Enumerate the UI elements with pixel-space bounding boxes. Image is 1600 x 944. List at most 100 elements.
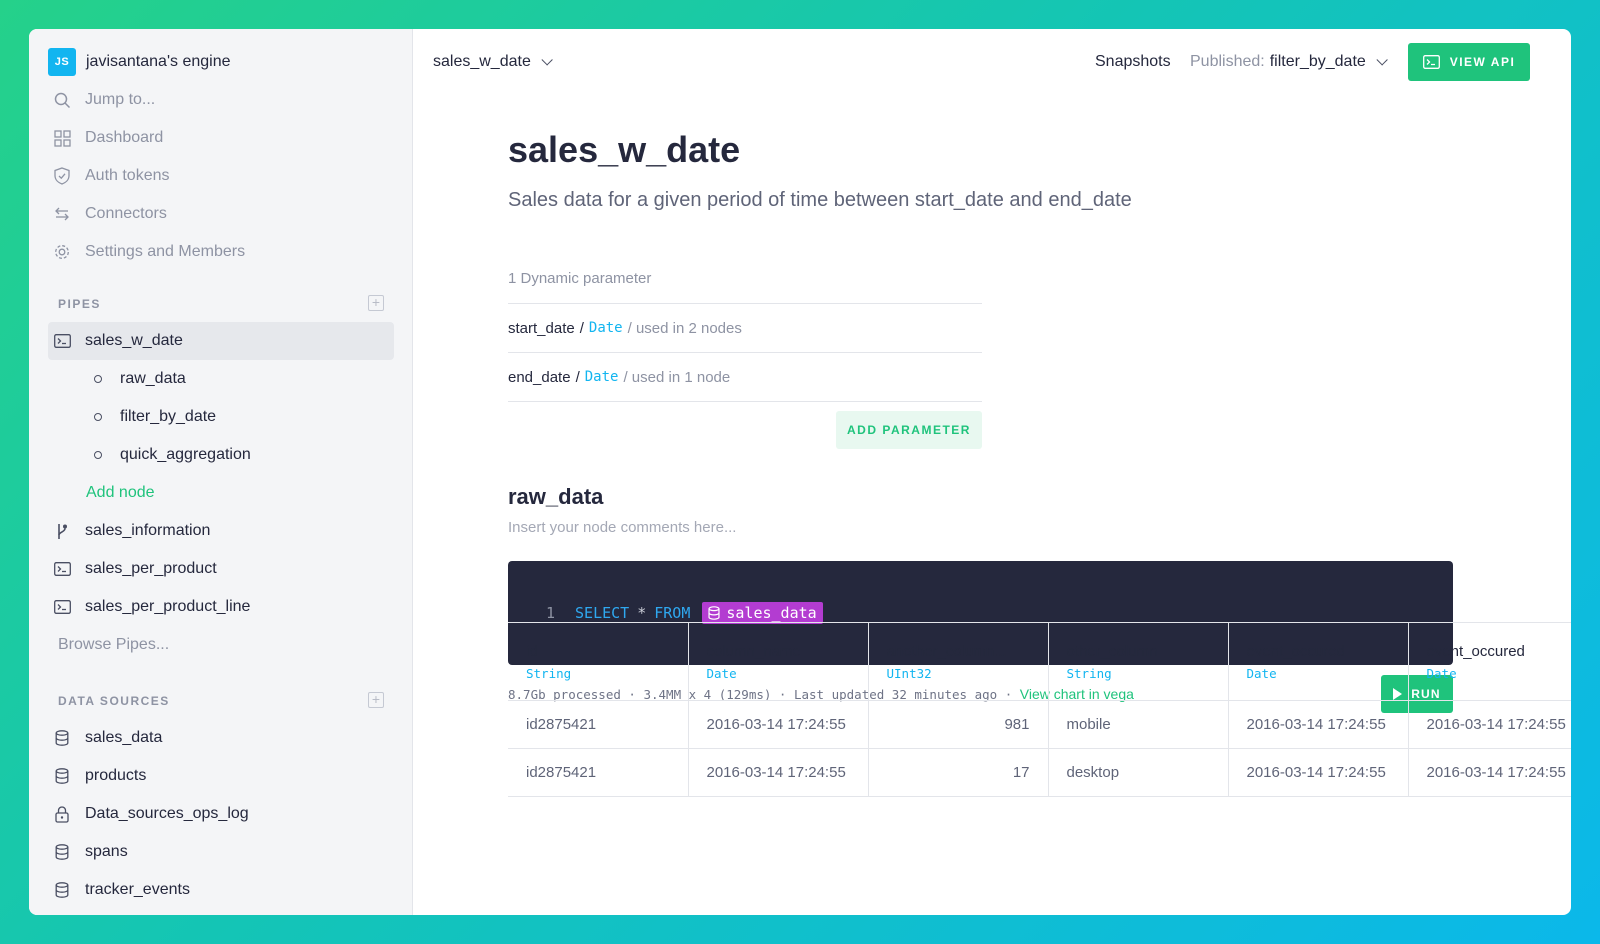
sidebar-datasource-products[interactable]: products [48, 757, 394, 795]
table-cell: mobile [1048, 700, 1229, 749]
pipe-description[interactable]: Sales data for a given period of time be… [508, 189, 1453, 212]
sidebar-datasource-ops-log[interactable]: Data_sources_ops_log [48, 795, 394, 833]
table-cell: id2875421 [508, 748, 689, 797]
connectors-icon [52, 204, 72, 224]
column-header[interactable]: event_occured Date [1228, 622, 1409, 701]
column-header[interactable]: other_column String [1048, 622, 1229, 701]
database-icon [52, 842, 72, 862]
column-name: id [526, 642, 538, 660]
sidebar-datasource-spans[interactable]: spans [48, 833, 394, 871]
table-cell: id2875421 [508, 700, 689, 749]
pipe-label: sales_information [85, 522, 211, 539]
table-cell: 2016-03-14 17:24:55 [688, 700, 869, 749]
table-cell: 2016-03-14 17:24:55 [1228, 748, 1409, 797]
column-type: Date [1246, 665, 1277, 681]
table-cell: 2016-03-14 17:24:55 [1408, 700, 1571, 749]
nav-label: Connectors [85, 205, 167, 222]
nav-label: Dashboard [85, 129, 164, 146]
parameter-usage: / used in 2 nodes [627, 319, 742, 337]
sidebar-pipe-sales-per-product-line[interactable]: sales_per_product_line [48, 588, 394, 626]
dashboard-icon [52, 128, 72, 148]
view-api-button[interactable]: VIEW API [1408, 43, 1530, 81]
table-cell: 2016-03-14 17:24:55 [688, 748, 869, 797]
datasource-label: Data_sources_ops_log [85, 805, 249, 822]
add-data-source-button[interactable]: + [368, 692, 384, 708]
published-label: Published: [1190, 53, 1265, 70]
add-pipe-button[interactable]: + [368, 295, 384, 311]
column-header[interactable]: another_column... UInt32 [868, 622, 1049, 701]
nav-label: Auth tokens [85, 167, 170, 184]
workspace-switcher[interactable]: JS javisantana's engine [48, 43, 394, 81]
nav-settings-members[interactable]: Settings and Members [48, 233, 394, 271]
main-panel: sales_w_date Snapshots Published: filter… [413, 29, 1571, 915]
column-name: column_name [706, 642, 801, 660]
jump-to-search[interactable]: Jump to... [48, 81, 394, 119]
sql-operator: * [637, 604, 647, 622]
snapshots-link[interactable]: Snapshots [1095, 53, 1171, 71]
parameter-name: end_date [508, 368, 571, 386]
parameter-name: start_date [508, 319, 575, 337]
node-comment-input[interactable]: Insert your node comments here... [508, 519, 736, 536]
sidebar-node-quick-aggregation[interactable]: quick_aggregation [48, 436, 394, 474]
results-table-container: id String column_name Date another_column.… [508, 622, 1571, 797]
table-cell: 2016-03-14 17:24:55 [1228, 700, 1409, 749]
pipe-selector-label: sales_w_date [433, 53, 531, 70]
top-bar: sales_w_date Snapshots Published: filter… [413, 29, 1571, 95]
sidebar-pipe-sales-w-date[interactable]: sales_w_date [48, 322, 394, 360]
parameter-row[interactable]: start_date / Date / used in 2 nodes [508, 304, 982, 353]
pipe-icon [52, 597, 72, 617]
pipe-content: sales_w_date Sales data for a given peri… [508, 129, 1453, 713]
column-type: Date [706, 665, 737, 681]
node-dot-icon [94, 451, 102, 459]
nav-label: Settings and Members [85, 243, 246, 260]
column-type: Date [1426, 665, 1457, 681]
column-name: event_occured [1426, 642, 1525, 660]
pipe-selector-dropdown[interactable]: sales_w_date [433, 53, 553, 71]
add-node-link[interactable]: Add node [48, 474, 394, 512]
parameter-separator: / [579, 319, 584, 337]
sql-keyword: FROM [654, 604, 691, 622]
parameters-header: 1 Dynamic parameter [508, 269, 982, 304]
node-title[interactable]: raw_data [508, 484, 603, 510]
nav-dashboard[interactable]: Dashboard [48, 119, 394, 157]
browse-pipes-link[interactable]: Browse Pipes... [48, 626, 394, 664]
sidebar-pipe-sales-per-product[interactable]: sales_per_product [48, 550, 394, 588]
search-icon [52, 90, 72, 110]
pipe-label: sales_per_product [85, 560, 217, 577]
table-row: id2875421 2016-03-14 17:24:55 17 desktop… [508, 748, 1571, 797]
parameter-usage: / used in 1 node [623, 368, 731, 386]
sidebar-node-filter-by-date[interactable]: filter_by_date [48, 398, 394, 436]
source-tag[interactable]: sales_data [702, 602, 823, 624]
parameter-row[interactable]: end_date / Date / used in 1 node [508, 353, 982, 402]
published-value: filter_by_date [1269, 53, 1366, 70]
column-name: event_occured [1246, 642, 1345, 660]
database-icon [52, 880, 72, 900]
column-header[interactable]: id String [508, 622, 689, 701]
parameter-separator: / [575, 368, 580, 386]
app-window: JS javisantana's engine Jump to... Dashb… [29, 29, 1571, 915]
branch-icon [52, 521, 72, 541]
datasource-label: products [85, 767, 147, 784]
sidebar-pipe-sales-information[interactable]: sales_information [48, 512, 394, 550]
column-header[interactable]: event_occured Date [1408, 622, 1571, 701]
sidebar-datasource-sales-data[interactable]: sales_data [48, 719, 394, 757]
sidebar-node-raw-data[interactable]: raw_data [48, 360, 394, 398]
database-icon [52, 766, 72, 786]
published-dropdown[interactable]: Published: filter_by_date [1190, 53, 1388, 71]
nav-connectors[interactable]: Connectors [48, 195, 394, 233]
nav-auth-tokens[interactable]: Auth tokens [48, 157, 394, 195]
line-number: 1 [546, 604, 556, 622]
view-api-label: VIEW API [1449, 55, 1516, 69]
parameter-type: Date [584, 369, 619, 385]
table-cell: desktop [1048, 748, 1229, 797]
column-type: UInt32 [886, 665, 932, 681]
parameter-type: Date [588, 320, 623, 336]
workspace-avatar: JS [48, 48, 76, 76]
add-parameter-button[interactable]: ADD PARAMETER [836, 411, 982, 449]
sidebar-datasource-tracker-events[interactable]: tracker_events [48, 871, 394, 909]
column-header[interactable]: column_name Date [688, 622, 869, 701]
pipes-section-label: PIPES [58, 297, 101, 311]
sidebar: JS javisantana's engine Jump to... Dashb… [29, 29, 413, 915]
results-table: id String column_name Date another_column.… [508, 622, 1571, 797]
page-title: sales_w_date [508, 129, 741, 170]
